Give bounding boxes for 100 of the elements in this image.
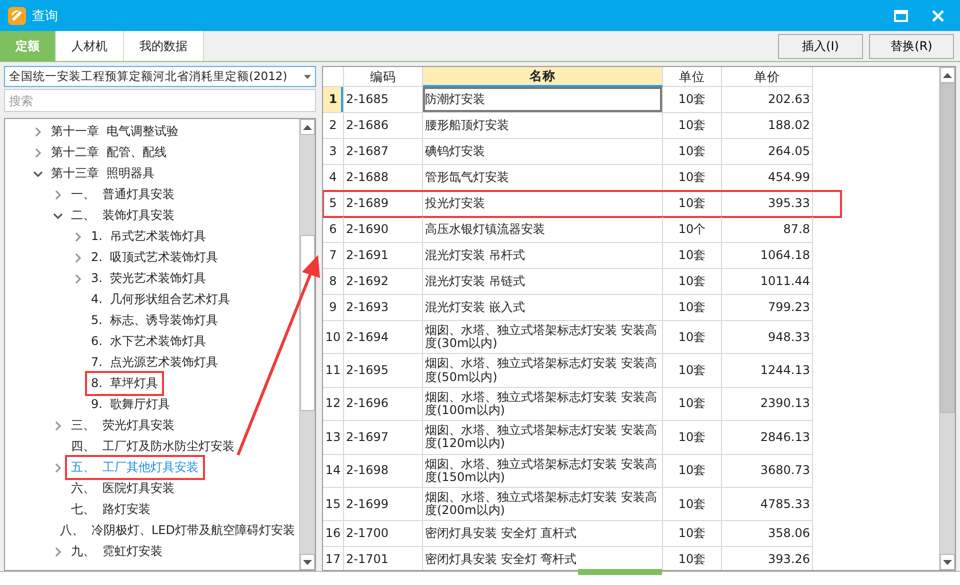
column-header[interactable]: 单价 — [722, 67, 813, 87]
tree-item[interactable]: 3. 荧光艺术装饰灯具 — [87, 268, 210, 289]
panel-handle[interactable] — [578, 569, 662, 575]
scroll-up-icon[interactable] — [303, 124, 312, 130]
scroll-down-icon[interactable] — [943, 560, 952, 564]
name-cell: 密闭灯具安装 安全灯 直杆式 — [423, 521, 663, 548]
table-row[interactable]: 6 2-1690 高压水银灯镇流器安装 10个 87.8 — [323, 217, 813, 243]
search-field[interactable]: 搜索 — [4, 89, 316, 112]
tree-item[interactable]: 9. 歌舞厅灯具 — [87, 394, 174, 415]
row-number: 5 — [323, 191, 344, 217]
price-cell: 4785.33 — [722, 488, 813, 522]
tree-item[interactable]: 第十一章 电气调整试验 — [47, 121, 183, 142]
name-cell: 烟囱、水塔、独立式塔架标志灯安装 安装高度(200m以内) — [423, 488, 663, 522]
chevron-right-icon[interactable] — [73, 252, 83, 262]
unit-cell: 10套 — [663, 488, 722, 522]
table-row[interactable]: 9 2-1693 混光灯安装 嵌入式 10套 799.23 — [323, 295, 813, 321]
row-number: 14 — [323, 454, 344, 488]
table-row[interactable]: 12 2-1696 烟囱、水塔、独立式塔架标志灯安装 安装高度(100m以内) 10套 2390.13 — [323, 388, 813, 422]
table-row[interactable]: 8 2-1692 混光灯安装 吊链式 10套 1011.44 — [323, 269, 813, 295]
column-header[interactable]: 名称 — [423, 67, 663, 87]
row-number: 15 — [323, 488, 344, 522]
scrollbar[interactable] — [939, 67, 955, 570]
table-row[interactable]: 16 2-1700 密闭灯具安装 安全灯 直杆式 10套 358.06 — [323, 521, 813, 548]
name-cell: 高压水银灯镇流器安装 — [423, 217, 663, 243]
unit-cell: 10套 — [663, 354, 722, 388]
chevron-down-icon[interactable] — [53, 210, 63, 220]
table-row[interactable]: 4 2-1688 管形氙气灯安装 10套 454.99 — [323, 165, 813, 191]
code-cell: 2-1686 — [344, 113, 423, 139]
column-header[interactable]: 单位 — [663, 67, 722, 87]
code-cell: 2-1693 — [344, 295, 423, 321]
tab[interactable]: 人材机 — [56, 31, 124, 61]
close-icon[interactable] — [932, 10, 944, 22]
chevron-right-icon[interactable] — [53, 462, 63, 472]
table-row[interactable]: 10 2-1694 烟囱、水塔、独立式塔架标志灯安装 安装高度(30m以内) 10套 948.33 — [323, 321, 813, 354]
tree-item[interactable]: 8. 草坪灯具 — [87, 373, 162, 394]
tree-item[interactable]: 5. 标志、诱导装饰灯具 — [87, 310, 222, 331]
row-number: 2 — [323, 113, 344, 139]
code-cell: 2-1695 — [344, 354, 423, 388]
tree-item[interactable]: 八、 冷阴极灯、LED灯带及航空障碍灯安装 — [56, 520, 299, 541]
chevron-right-icon[interactable] — [53, 420, 63, 430]
tree-item[interactable]: 第十二章 配管、配线 — [47, 142, 171, 163]
tree-item[interactable]: 五、 工厂其他灯具安装 — [67, 457, 203, 478]
table-row[interactable]: 5 2-1689 投光灯安装 10套 395.33 — [323, 191, 841, 217]
chevron-right-icon[interactable] — [53, 546, 63, 556]
code-cell: 2-1699 — [344, 488, 423, 522]
table-row[interactable]: 3 2-1687 碘钨灯安装 10套 264.05 — [323, 139, 813, 165]
chevron-right-icon[interactable] — [33, 126, 43, 136]
price-cell: 1011.44 — [722, 269, 813, 295]
replace-button[interactable]: 替换(R) — [869, 34, 954, 58]
code-cell: 2-1690 — [344, 217, 423, 243]
code-cell: 2-1694 — [344, 321, 423, 354]
row-number: 4 — [323, 165, 344, 191]
name-cell: 混光灯安装 吊杆式 — [423, 243, 663, 269]
code-cell: 2-1685 — [344, 87, 423, 113]
chevron-down-icon[interactable] — [33, 168, 43, 178]
tree-item[interactable]: 6. 水下艺术装饰灯具 — [87, 331, 210, 352]
scroll-down-icon[interactable] — [303, 560, 312, 564]
scroll-up-icon[interactable] — [943, 72, 952, 78]
library-dropdown[interactable]: 全国统一安装工程预算定额河北省消耗里定额(2012) — [4, 66, 316, 87]
table-row[interactable]: 2 2-1686 腰形船顶灯安装 10套 188.02 — [323, 113, 813, 139]
code-cell: 2-1691 — [344, 243, 423, 269]
chevron-right-icon[interactable] — [73, 232, 83, 242]
tree-item[interactable]: 7. 点光源艺术装饰灯具 — [87, 352, 222, 373]
unit-cell: 10套 — [663, 295, 722, 321]
code-cell: 2-1700 — [344, 521, 423, 548]
tree-item[interactable]: 第十三章 照明器具 — [47, 163, 159, 184]
insert-button[interactable]: 插入(I) — [778, 34, 863, 58]
tree-item[interactable]: 一、 普通灯具安装 — [67, 184, 179, 205]
tree-item[interactable]: 二、 装饰灯具安装 — [67, 205, 179, 226]
unit-cell: 10套 — [663, 113, 722, 139]
tree-item[interactable]: 1. 吊式艺术装饰灯具 — [87, 226, 210, 247]
scrollbar[interactable] — [299, 119, 315, 570]
row-number: 13 — [323, 421, 344, 455]
table-row[interactable]: 14 2-1698 烟囱、水塔、独立式塔架标志灯安装 安装高度(150m以内) 10套 3680.73 — [323, 454, 813, 488]
unit-cell: 10套 — [663, 139, 722, 165]
table-row[interactable]: 15 2-1699 烟囱、水塔、独立式塔架标志灯安装 安装高度(200m以内) 10套 4785.33 — [323, 488, 813, 522]
tab[interactable]: 我的数据 — [124, 31, 204, 61]
price-cell: 454.99 — [722, 165, 813, 191]
table-row[interactable]: 7 2-1691 混光灯安装 吊杆式 10套 1064.18 — [323, 243, 813, 269]
table-row[interactable]: 11 2-1695 烟囱、水塔、独立式塔架标志灯安装 安装高度(50m以内) 10套 1244.13 — [323, 354, 813, 388]
tree-item[interactable]: 三、 荧光灯具安装 — [67, 415, 179, 436]
column-header[interactable]: 编码 — [344, 67, 423, 87]
table-row[interactable]: 1 2-1685 防潮灯安装 10套 202.63 — [323, 87, 813, 113]
chevron-right-icon[interactable] — [73, 274, 83, 284]
row-number: 7 — [323, 243, 344, 269]
unit-cell: 10套 — [663, 521, 722, 548]
price-cell: 2390.13 — [722, 388, 813, 422]
tree-item[interactable]: 2. 吸顶式艺术装饰灯具 — [87, 247, 222, 268]
chevron-right-icon[interactable] — [33, 148, 43, 158]
tree-item[interactable]: 4. 几何形状组合艺术灯具 — [87, 289, 234, 310]
table-row[interactable]: 13 2-1697 烟囱、水塔、独立式塔架标志灯安装 安装高度(120m以内) 10套 2846.13 — [323, 421, 813, 455]
tree-item[interactable]: 七、 路灯安装 — [67, 499, 155, 520]
chevron-right-icon[interactable] — [53, 190, 63, 200]
name-cell: 混光灯安装 吊链式 — [423, 269, 663, 295]
maximize-icon[interactable] — [894, 10, 908, 22]
tree-item[interactable]: 四、 工厂灯及防水防尘灯安装 — [67, 436, 239, 457]
code-cell: 2-1687 — [344, 139, 423, 165]
tree-item[interactable]: 六、 医院灯具安装 — [67, 478, 179, 499]
tree-item[interactable]: 九、 霓虹灯安装 — [67, 541, 167, 562]
unit-cell: 10套 — [663, 87, 722, 113]
